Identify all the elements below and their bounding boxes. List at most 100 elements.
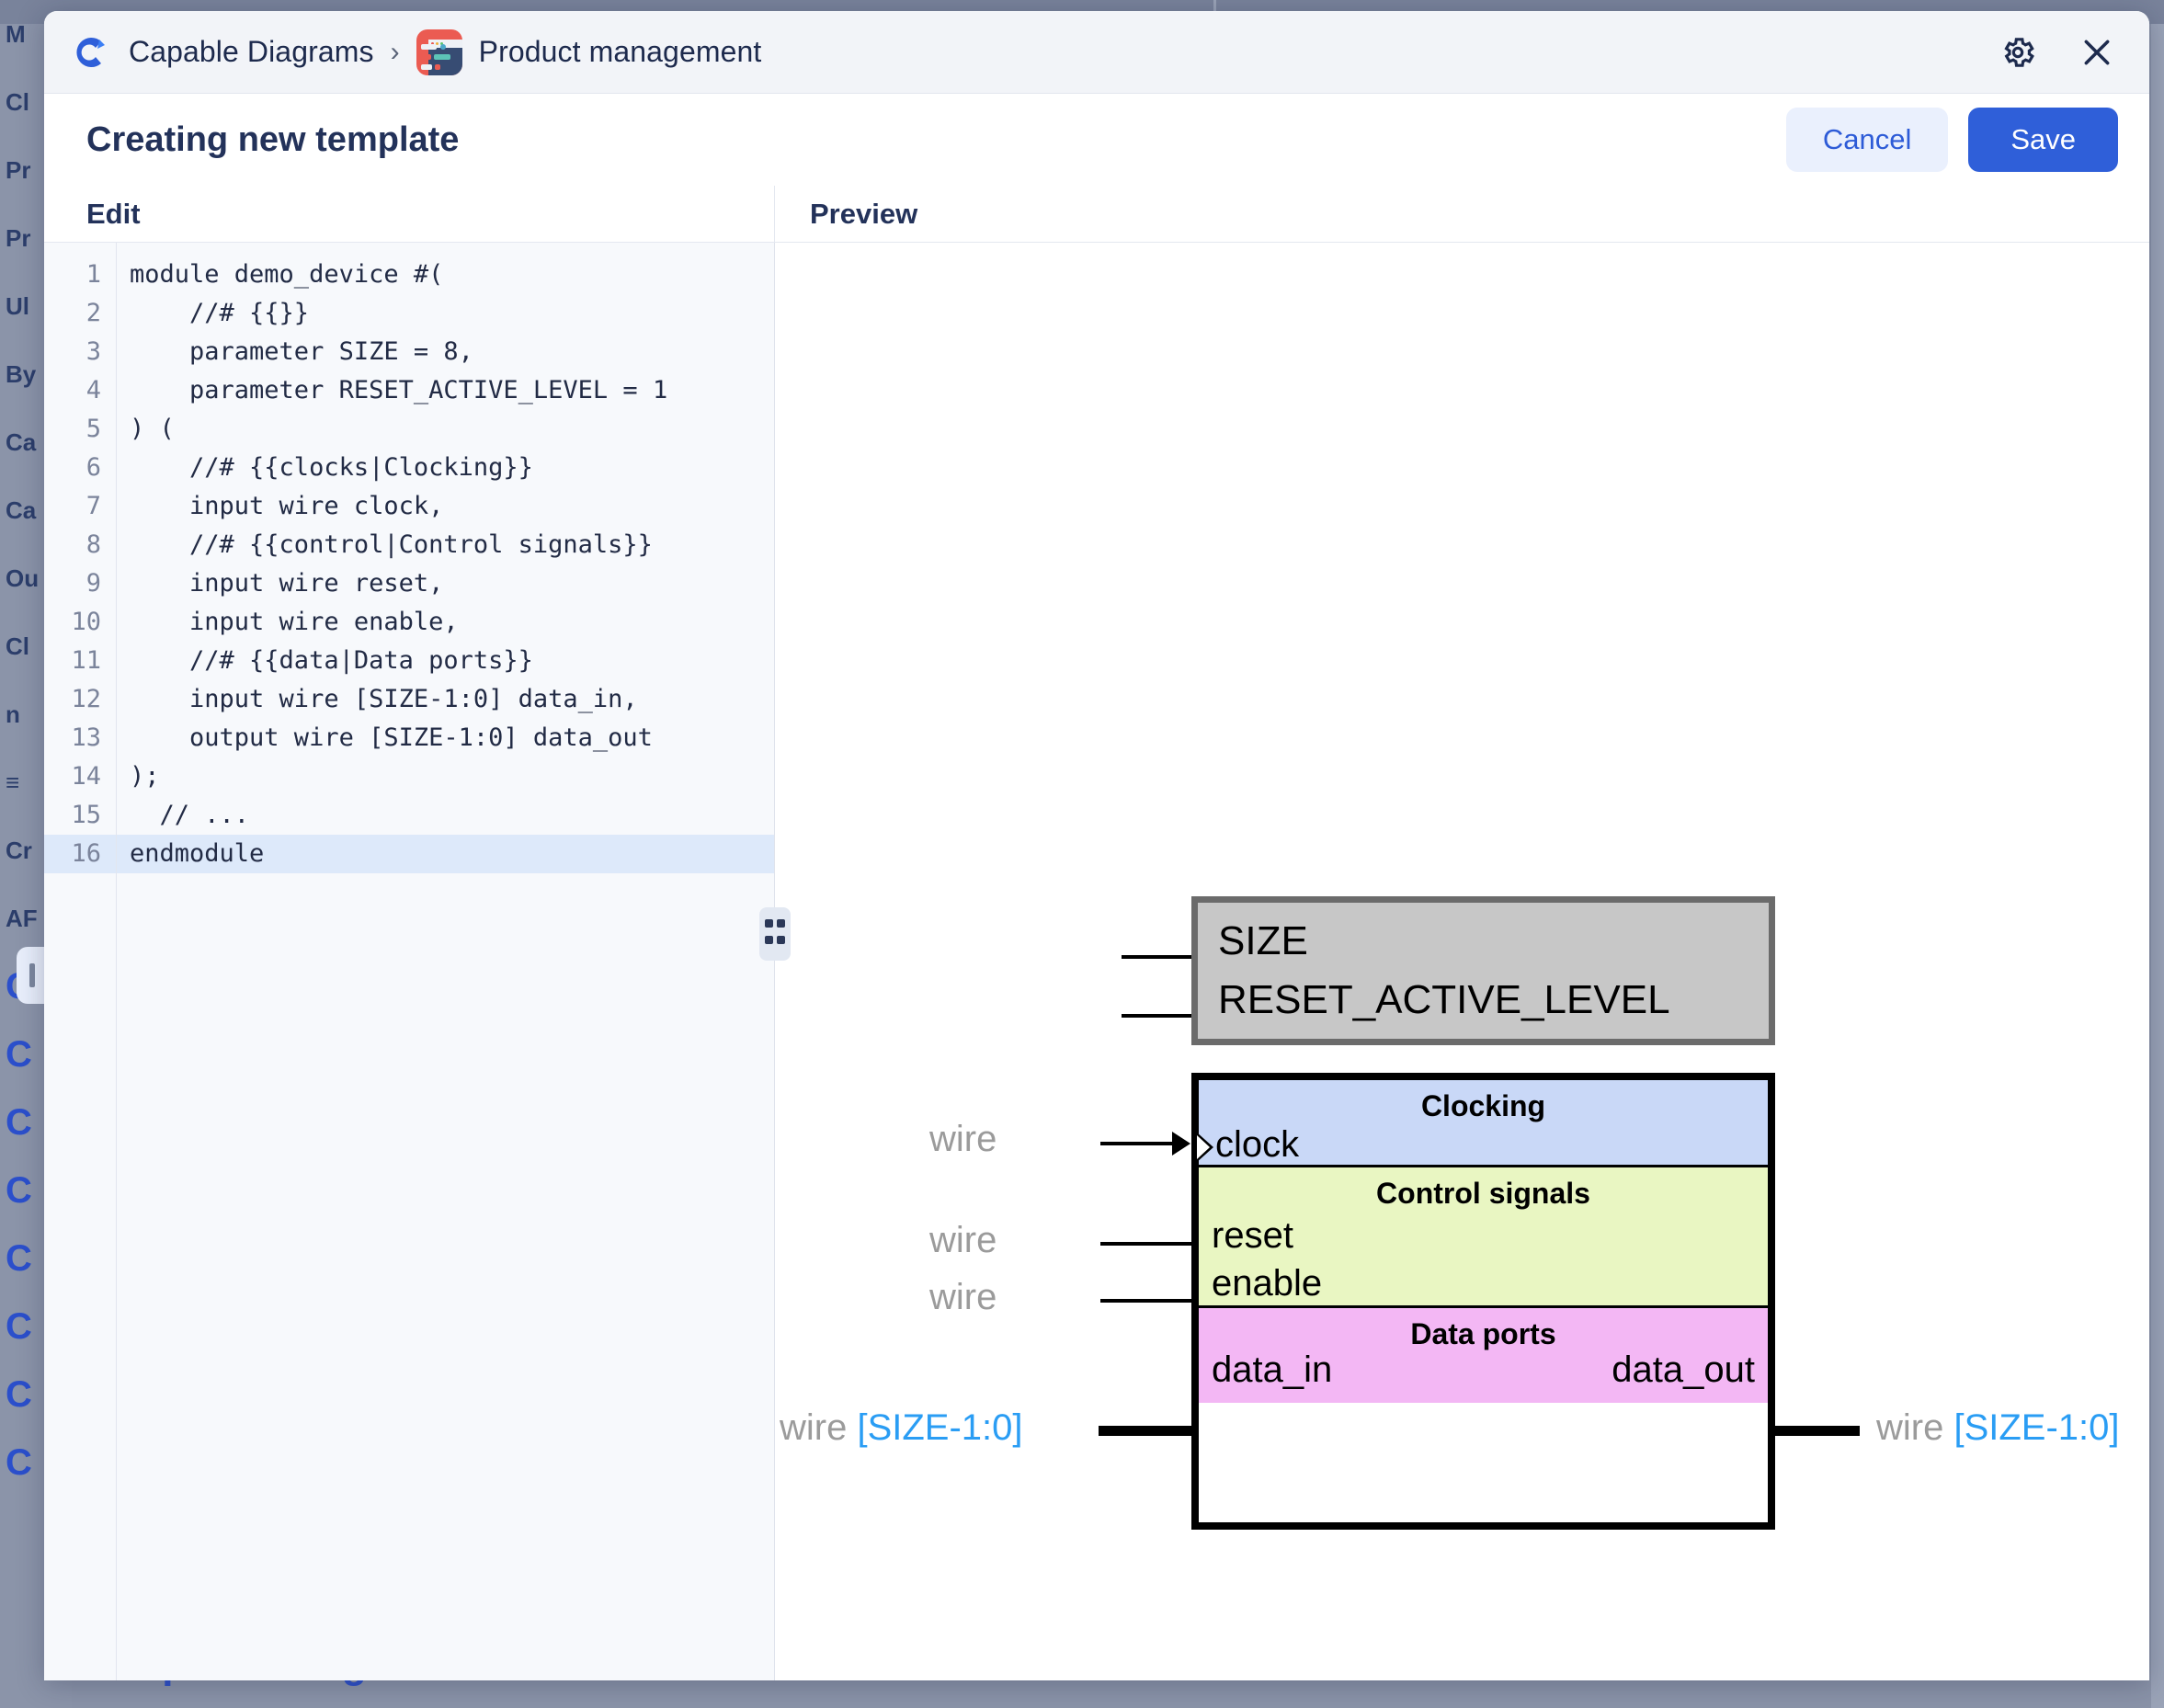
code-line[interactable]: ) ( <box>117 410 774 449</box>
code-line[interactable]: //# {{clocks|Clocking}} <box>117 449 774 487</box>
parameter-name: RESET_ACTIVE_LEVEL <box>1218 971 1769 1030</box>
signal-type: wire <box>929 1220 997 1260</box>
port-data-in: data_in <box>1212 1349 1332 1390</box>
line-number: 4 <box>44 371 116 410</box>
title-buttons: Cancel Save <box>1786 108 2118 172</box>
line-number: 12 <box>44 680 116 719</box>
gear-icon[interactable] <box>1997 31 2039 74</box>
app-icon-row3 <box>421 64 432 70</box>
code-line[interactable]: // ... <box>117 796 774 835</box>
modal-header: Capable Diagrams › Product management <box>44 11 2149 94</box>
code-line[interactable]: input wire clock, <box>117 487 774 526</box>
app-icon-row1 <box>421 44 437 50</box>
code-line[interactable]: input wire enable, <box>117 603 774 642</box>
wire-data-in <box>1099 1426 1192 1436</box>
param-stub-size <box>1122 955 1195 959</box>
product-management-app-icon <box>416 29 462 75</box>
signal-type: wire <box>780 1407 847 1448</box>
line-number: 5 <box>44 410 116 449</box>
section-clocks: Clocking clock <box>1199 1080 1768 1167</box>
section-control: Control signals reset enable <box>1199 1167 1768 1308</box>
module-block: Clocking clock Control signals reset ena… <box>1191 1073 1775 1530</box>
preview-pane-header: Preview <box>775 186 2149 242</box>
port-enable: enable <box>1212 1263 1322 1304</box>
signal-type: wire <box>929 1119 997 1159</box>
parameters-block: SIZE RESET_ACTIVE_LEVEL <box>1191 896 1775 1045</box>
line-number: 16 <box>44 835 116 873</box>
wire-data-out <box>1775 1426 1860 1436</box>
app-icon-row2 <box>421 54 431 60</box>
signal-label-reset: wire <box>929 1220 997 1261</box>
code-text-area[interactable]: module demo_device #( //# {{}} parameter… <box>116 243 774 1680</box>
breadcrumb: Capable Diagrams › Product management <box>129 29 1997 75</box>
line-number: 8 <box>44 526 116 564</box>
code-line[interactable]: module demo_device #( <box>117 256 774 294</box>
code-line[interactable]: //# {{}} <box>117 294 774 333</box>
signal-label-data-out: wire [SIZE-1:0] <box>1876 1407 2120 1449</box>
signal-label-clock: wire <box>929 1119 997 1160</box>
line-number: 15 <box>44 796 116 835</box>
wire-arrow-clock <box>1172 1132 1190 1156</box>
line-number: 3 <box>44 333 116 371</box>
drag-handle-dot <box>777 936 785 944</box>
signal-range: [SIZE-1:0] <box>857 1407 1022 1448</box>
line-number: 2 <box>44 294 116 333</box>
section-title: Clocking <box>1199 1080 1768 1122</box>
background-right-column <box>2151 24 2164 1708</box>
line-number: 11 <box>44 642 116 680</box>
preview-pane-label: Preview <box>810 198 917 231</box>
port-data-out: data_out <box>1612 1349 1755 1390</box>
app-icon-row2-accent <box>434 54 450 60</box>
code-line[interactable]: ); <box>117 757 774 796</box>
wire-clock <box>1100 1142 1176 1145</box>
drag-handle-dot <box>765 936 773 944</box>
signal-range: [SIZE-1:0] <box>1953 1407 2119 1448</box>
parameter-name: SIZE <box>1218 912 1769 971</box>
line-number: 14 <box>44 757 116 796</box>
signal-type: wire <box>1876 1407 1943 1448</box>
port-reset: reset <box>1212 1215 1293 1256</box>
parameter-list: SIZE RESET_ACTIVE_LEVEL <box>1198 903 1769 1030</box>
template-editor-modal: Capable Diagrams › Product management <box>44 11 2149 1680</box>
chevron-right-icon: › <box>391 37 400 68</box>
module-diagram: SIZE RESET_ACTIVE_LEVEL wire wire wire <box>775 243 2149 1680</box>
code-line[interactable]: endmodule <box>117 835 774 873</box>
wire-reset <box>1100 1242 1192 1246</box>
param-stub-reset-active-level <box>1122 1014 1195 1018</box>
cancel-button[interactable]: Cancel <box>1786 108 1949 172</box>
signal-type: wire <box>929 1277 997 1317</box>
code-line[interactable]: output wire [SIZE-1:0] data_out <box>117 719 774 757</box>
line-number: 10 <box>44 603 116 642</box>
breadcrumb-root[interactable]: Capable Diagrams <box>129 35 374 69</box>
line-number-gutter: 12345678910111213141516 <box>44 243 116 1680</box>
line-number: 1 <box>44 256 116 294</box>
code-editor-pane[interactable]: 12345678910111213141516 module demo_devi… <box>44 243 775 1680</box>
drag-handle-dot <box>777 919 785 928</box>
clock-edge-marker-inner <box>1197 1135 1210 1159</box>
expand-sidebar-icon-bar <box>29 963 35 987</box>
page-title: Creating new template <box>86 120 1786 160</box>
code-line[interactable]: parameter RESET_ACTIVE_LEVEL = 1 <box>117 371 774 410</box>
code-line[interactable]: //# {{control|Control signals}} <box>117 526 774 564</box>
code-line[interactable]: parameter SIZE = 8, <box>117 333 774 371</box>
panes-body: 12345678910111213141516 module demo_devi… <box>44 243 2149 1680</box>
breadcrumb-project[interactable]: Product management <box>479 35 762 69</box>
port-clock: clock <box>1215 1124 1299 1165</box>
line-number: 7 <box>44 487 116 526</box>
line-number: 6 <box>44 449 116 487</box>
section-data: Data ports data_in data_out <box>1199 1308 1768 1403</box>
drag-handle-dot <box>765 919 773 928</box>
signal-label-enable: wire <box>929 1277 997 1318</box>
edit-pane-label: Edit <box>86 198 141 231</box>
capable-diagrams-logo-icon[interactable] <box>68 30 112 74</box>
code-line[interactable]: input wire reset, <box>117 564 774 603</box>
code-line[interactable]: //# {{data|Data ports}} <box>117 642 774 680</box>
line-number: 9 <box>44 564 116 603</box>
close-icon[interactable] <box>2076 31 2118 74</box>
pane-splitter-handle[interactable] <box>759 907 791 961</box>
save-button[interactable]: Save <box>1968 108 2118 172</box>
app-icon-row1-accent <box>440 44 446 50</box>
code-line[interactable]: input wire [SIZE-1:0] data_in, <box>117 680 774 719</box>
signal-label-data-in: wire [SIZE-1:0] <box>780 1407 1023 1449</box>
diagram-preview-pane: SIZE RESET_ACTIVE_LEVEL wire wire wire <box>775 243 2149 1680</box>
